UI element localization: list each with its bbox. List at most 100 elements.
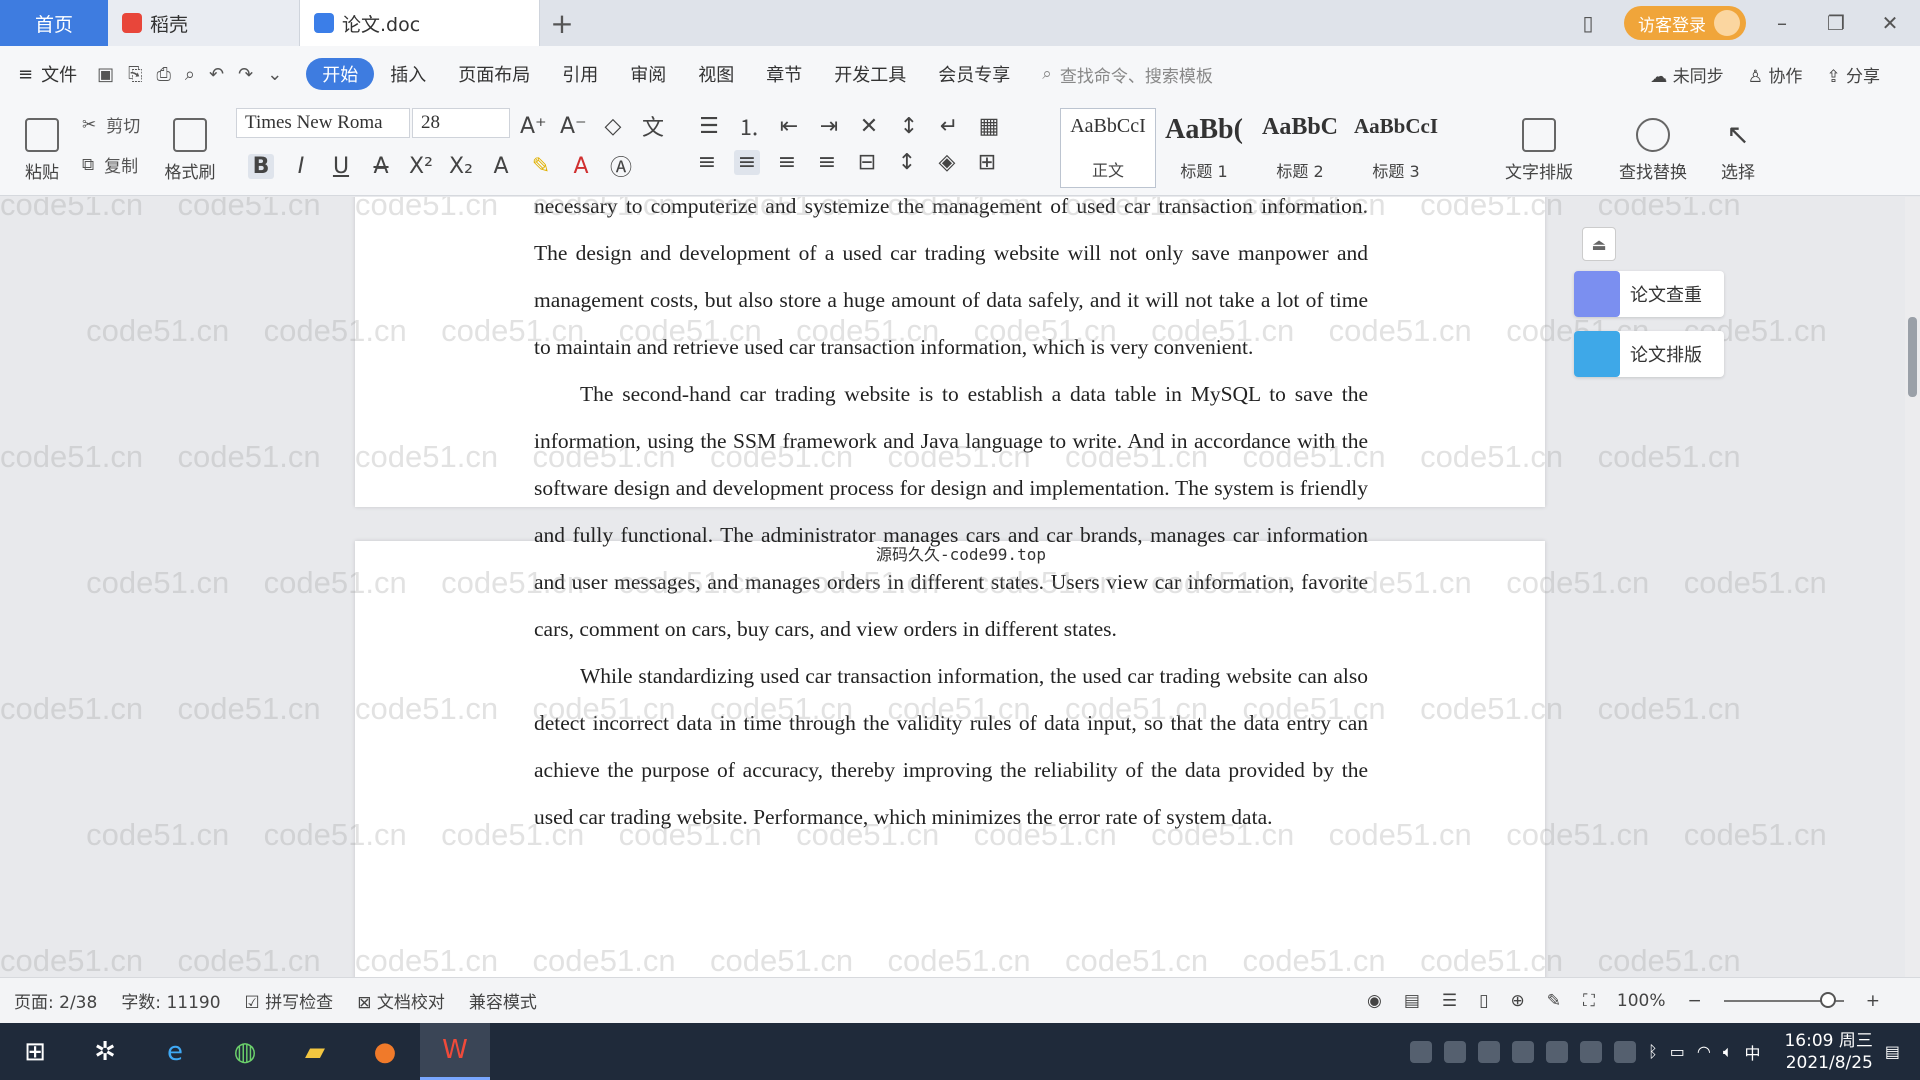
plagiarism-check-button[interactable]: 论文查重 xyxy=(1574,271,1724,317)
show-marks-icon[interactable]: ↵ xyxy=(936,114,962,139)
start-windows-icon[interactable]: ⊞ xyxy=(0,1023,70,1080)
customize-icon[interactable]: ⌄ xyxy=(267,64,282,85)
tray-app-icon[interactable] xyxy=(1512,1040,1535,1063)
zoom-slider[interactable] xyxy=(1723,991,1844,1008)
italic-icon[interactable]: I xyxy=(288,154,314,179)
collab-button[interactable]: ♙ 协作 xyxy=(1748,62,1803,87)
format-painter-button[interactable]: 格式刷 xyxy=(160,110,220,190)
menu-insert[interactable]: 插入 xyxy=(374,58,442,90)
line-spacing-icon[interactable]: ↕ xyxy=(894,150,920,175)
collapse-panel-icon[interactable]: ⏏ xyxy=(1582,227,1616,261)
shading-icon[interactable]: ◈ xyxy=(934,150,960,175)
page-indicator[interactable]: 页面: 2/38 xyxy=(14,988,97,1013)
preview-icon[interactable]: ⌕ xyxy=(185,64,195,85)
text-layout-button[interactable]: 文字排版 xyxy=(1494,110,1584,190)
shrink-font-icon[interactable]: A⁻ xyxy=(560,114,587,139)
chinese-layout-icon[interactable]: ✕ xyxy=(856,114,882,139)
distribute-icon[interactable]: ⊟ xyxy=(854,150,880,175)
tray-app-icon[interactable] xyxy=(1580,1040,1603,1063)
thesis-layout-button[interactable]: 论文排版 xyxy=(1574,331,1724,377)
menu-page-layout[interactable]: 页面布局 xyxy=(442,58,546,90)
zoom-out-icon[interactable]: − xyxy=(1688,991,1702,1011)
tray-app-icon[interactable] xyxy=(1410,1040,1433,1063)
system-clock[interactable]: 16:09 周三 2021/8/25 xyxy=(1784,1030,1872,1074)
redo-icon[interactable]: ↷ xyxy=(238,64,253,85)
tray-app-icon[interactable] xyxy=(1444,1040,1467,1063)
command-search[interactable]: ⌕ 查找命令、搜索模板 xyxy=(1042,62,1213,87)
underline-icon[interactable]: U xyxy=(328,154,354,179)
page-view-icon[interactable]: ▤ xyxy=(1404,991,1420,1011)
grow-font-icon[interactable]: A⁺ xyxy=(520,114,547,139)
battery-icon[interactable]: ▭ xyxy=(1670,1042,1685,1061)
ime-indicator[interactable]: 中 xyxy=(1744,1040,1760,1064)
wifi-icon[interactable]: ◠ xyxy=(1697,1042,1711,1061)
fit-page-icon[interactable]: ⛶ xyxy=(1583,991,1595,1011)
restore-button[interactable]: ❐ xyxy=(1818,11,1854,35)
font-name-select[interactable]: Times New Roma xyxy=(236,108,410,138)
sort-icon[interactable]: ↕ xyxy=(896,114,922,139)
clear-format-icon[interactable]: ◇ xyxy=(600,114,626,139)
style-normal[interactable]: AaBbCcI 正文 xyxy=(1060,108,1156,188)
zoom-in-icon[interactable]: + xyxy=(1866,991,1880,1011)
browser-icon[interactable]: ◍ xyxy=(210,1023,280,1080)
internet-explorer-icon[interactable]: e xyxy=(140,1023,210,1080)
numbering-icon[interactable]: ⒈ xyxy=(736,110,762,142)
new-tab-button[interactable]: + xyxy=(540,0,584,46)
tab-document[interactable]: 论文.doc xyxy=(300,0,540,46)
proofread-button[interactable]: ⊠ 文档校对 xyxy=(357,988,445,1013)
wps-writer-icon[interactable]: W xyxy=(420,1023,490,1080)
cut-button[interactable]: ✂ 剪切 xyxy=(82,112,140,138)
sync-button[interactable]: ☁ 未同步 xyxy=(1650,62,1723,87)
menu-review[interactable]: 审阅 xyxy=(614,58,682,90)
paste-button[interactable]: 粘贴 xyxy=(14,110,70,190)
menu-references[interactable]: 引用 xyxy=(546,58,614,90)
tray-app-icon[interactable] xyxy=(1614,1040,1637,1063)
document-workspace[interactable]: necessary to computerize and systemize t… xyxy=(0,197,1905,977)
menu-section[interactable]: 章节 xyxy=(750,58,818,90)
share-button[interactable]: ⇪ 分享 xyxy=(1826,62,1880,87)
file-explorer-icon[interactable]: ▰ xyxy=(280,1023,350,1080)
eye-protection-icon[interactable]: ◉ xyxy=(1367,991,1382,1011)
spell-check-button[interactable]: ☑ 拼写检查 xyxy=(245,988,334,1013)
pinwheel-app-icon[interactable]: ✲ xyxy=(70,1023,140,1080)
menu-member[interactable]: 会员专享 xyxy=(922,58,1026,90)
increase-indent-icon[interactable]: ⇥ xyxy=(816,114,842,139)
superscript-icon[interactable]: X² xyxy=(408,154,434,179)
menu-developer[interactable]: 开发工具 xyxy=(818,58,922,90)
tab-home[interactable]: 首页 xyxy=(0,0,108,46)
tray-app-icon[interactable] xyxy=(1478,1040,1501,1063)
style-heading-1[interactable]: AaBb( 标题 1 xyxy=(1156,108,1252,188)
text-effect-icon[interactable]: A xyxy=(488,154,514,179)
bluetooth-icon[interactable]: ᛒ xyxy=(1648,1042,1658,1061)
close-button[interactable]: ✕ xyxy=(1872,11,1908,35)
save-icon[interactable]: ▣ xyxy=(97,64,114,85)
highlight-icon[interactable]: ✎ xyxy=(528,154,554,179)
file-menu[interactable]: ≡ 文件 xyxy=(18,61,77,87)
guest-login-button[interactable]: 访客登录 xyxy=(1624,6,1746,40)
align-right-icon[interactable]: ≡ xyxy=(774,150,800,175)
style-heading-3[interactable]: AaBbCcI 标题 3 xyxy=(1348,108,1444,188)
menu-start[interactable]: 开始 xyxy=(306,58,375,90)
copy-button[interactable]: ⧉ 复制 xyxy=(82,152,138,178)
table-icon[interactable]: ▦ xyxy=(976,114,1002,139)
menu-view[interactable]: 视图 xyxy=(682,58,750,90)
find-replace-button[interactable]: 查找替换 xyxy=(1608,110,1698,190)
scrollbar-thumb[interactable] xyxy=(1908,317,1917,397)
phonetic-icon[interactable]: 文 xyxy=(640,110,666,142)
vertical-scrollbar[interactable] xyxy=(1905,197,1920,977)
zoom-level[interactable]: 100% xyxy=(1617,991,1666,1011)
align-left-icon[interactable]: ≡ xyxy=(694,150,720,175)
notification-icon[interactable]: ▤ xyxy=(1885,1042,1900,1061)
select-button[interactable]: ↖ 选择 xyxy=(1708,110,1768,190)
minimize-button[interactable]: – xyxy=(1764,11,1800,35)
output-icon[interactable]: ⎘ xyxy=(128,64,142,85)
bullets-icon[interactable]: ☰ xyxy=(696,114,722,139)
font-size-select[interactable]: 28 xyxy=(412,108,510,138)
font-color-icon[interactable]: A xyxy=(568,154,594,179)
tab-docer[interactable]: 稻壳 xyxy=(108,0,300,46)
reading-view-icon[interactable]: ▯ xyxy=(1479,991,1488,1011)
edit-icon[interactable]: ✎ xyxy=(1547,991,1561,1011)
borders-icon[interactable]: ⊞ xyxy=(974,150,1000,175)
undo-icon[interactable]: ↶ xyxy=(209,64,224,85)
decrease-indent-icon[interactable]: ⇤ xyxy=(776,114,802,139)
